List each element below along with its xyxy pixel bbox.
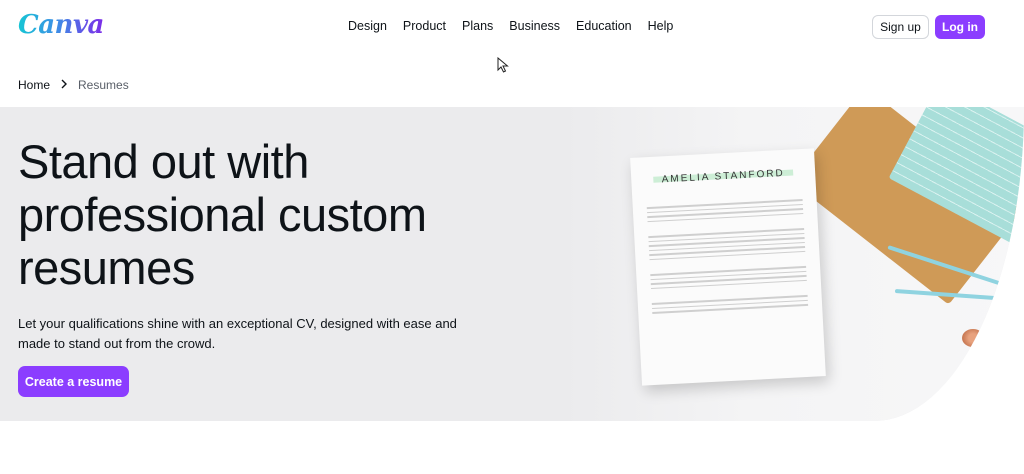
log-in-button[interactable]: Log in (935, 15, 985, 39)
mouse-pointer-icon (497, 57, 509, 73)
breadcrumb-current: Resumes (78, 78, 129, 92)
sign-up-button[interactable]: Sign up (872, 15, 929, 39)
resume-preview-image: AMELIA STANFORD (630, 148, 826, 386)
chevron-right-icon (60, 78, 68, 92)
canva-logo[interactable]: Canva (18, 10, 104, 40)
pencil-shaving-illustration (962, 329, 984, 347)
breadcrumb: Home Resumes (18, 78, 129, 92)
nav-business[interactable]: Business (509, 19, 560, 33)
nav-help[interactable]: Help (648, 19, 674, 33)
nav-education[interactable]: Education (576, 19, 632, 33)
nav-design[interactable]: Design (348, 19, 387, 33)
hero-section: AMELIA STANFORD Stand out with professio… (0, 107, 1024, 421)
breadcrumb-home-link[interactable]: Home (18, 78, 50, 92)
main-nav: Design Product Plans Business Education … (348, 19, 673, 33)
hero-title: Stand out with professional custom resum… (18, 135, 427, 294)
nav-plans[interactable]: Plans (462, 19, 493, 33)
hero-description: Let your qualifications shine with an ex… (18, 316, 457, 351)
nav-product[interactable]: Product (403, 19, 446, 33)
create-resume-button[interactable]: Create a resume (18, 366, 129, 397)
top-header: Canva Design Product Plans Business Educ… (0, 0, 1024, 56)
